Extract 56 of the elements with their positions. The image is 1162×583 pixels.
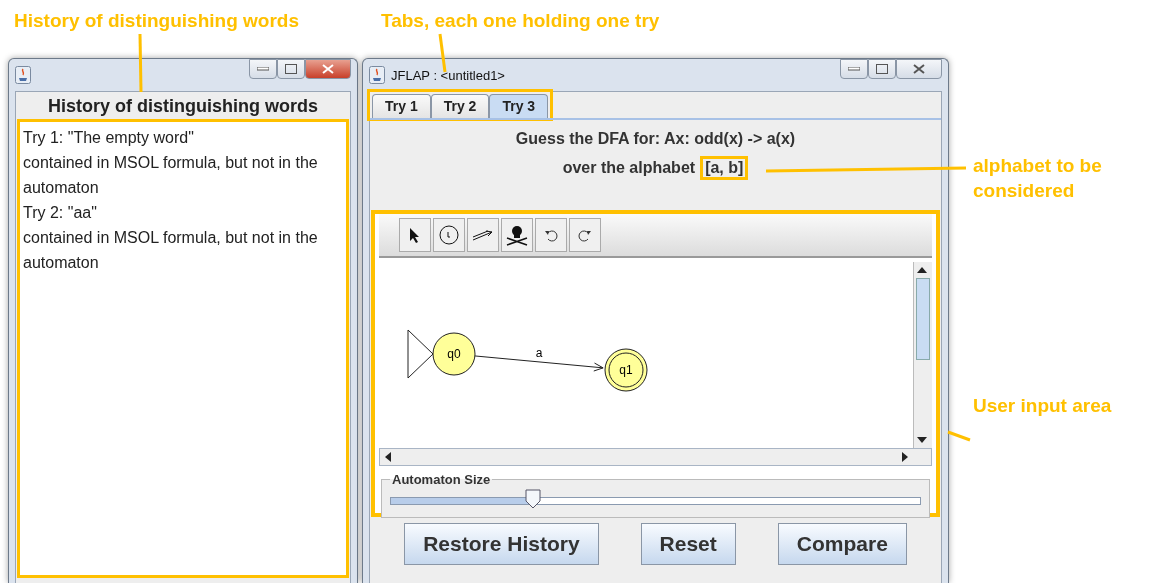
close-icon [913, 64, 925, 74]
maximize-button[interactable] [277, 59, 305, 79]
maximize-icon [876, 64, 888, 74]
question-text: Guess the DFA for: Ax: odd(x) -> a(x) [515, 130, 796, 148]
close-button[interactable] [896, 59, 942, 79]
maximize-icon [285, 64, 297, 74]
question-text: over the alphabet [562, 159, 696, 177]
leader-line [438, 33, 447, 73]
tool-button[interactable] [399, 218, 431, 252]
history-line: contained in MSOL formula, but not in the automaton [23, 153, 319, 198]
annotation-label: alphabet to be considered [973, 154, 1103, 203]
tool-button[interactable] [433, 218, 465, 252]
minimize-icon [257, 67, 269, 71]
group-label: Automaton Size [391, 472, 492, 487]
java-icon [15, 66, 31, 84]
pointer-icon [409, 227, 421, 243]
size-slider[interactable] [390, 489, 921, 511]
history-line: Try 1: "The empty word" [23, 128, 195, 148]
tool-button[interactable] [501, 218, 533, 252]
annotation-label: Tabs, each one holding one try [381, 9, 660, 33]
horizontal-scrollbar[interactable] [379, 448, 932, 466]
undo-icon [544, 228, 558, 242]
close-button[interactable] [305, 59, 351, 79]
slider-thumb[interactable] [525, 489, 542, 509]
history-line: Try 2: "aa" [23, 203, 98, 223]
maximize-button[interactable] [868, 59, 896, 79]
state-icon [439, 225, 459, 245]
up-arrow-icon [917, 267, 927, 273]
tool-button[interactable] [467, 218, 499, 252]
minimize-icon [848, 67, 860, 71]
leader-line [138, 33, 143, 93]
action-button[interactable]: Compare [777, 523, 907, 565]
action-button[interactable]: Restore History [404, 523, 599, 565]
annotation-label: User input area [973, 394, 1113, 418]
close-icon [322, 64, 334, 74]
right-arrow-icon [902, 452, 908, 462]
annotation-label: History of distinguishing words [14, 9, 299, 33]
tab[interactable]: Try 1 [372, 94, 431, 118]
transition-label: a [535, 345, 543, 360]
panel-heading: History of distinguishing words [47, 95, 319, 118]
alphabet-text: [a, b] [700, 156, 749, 180]
skull-icon [505, 224, 529, 246]
down-arrow-icon [917, 437, 927, 443]
vertical-scrollbar[interactable] [913, 262, 932, 448]
history-line: contained in MSOL formula, but not in the automaton [23, 228, 319, 273]
java-icon [369, 66, 385, 84]
tab[interactable]: Try 2 [430, 94, 490, 118]
left-arrow-icon [385, 452, 391, 462]
tab[interactable]: Try 3 [489, 94, 549, 118]
state-label: q1 [619, 363, 633, 377]
window-title: JFLAP : <untitled1> [391, 67, 505, 83]
redo-icon [578, 228, 592, 242]
transition-icon [472, 229, 494, 241]
action-button[interactable]: Reset [640, 523, 736, 565]
state-label: q0 [447, 347, 461, 361]
leader-line [947, 430, 971, 442]
